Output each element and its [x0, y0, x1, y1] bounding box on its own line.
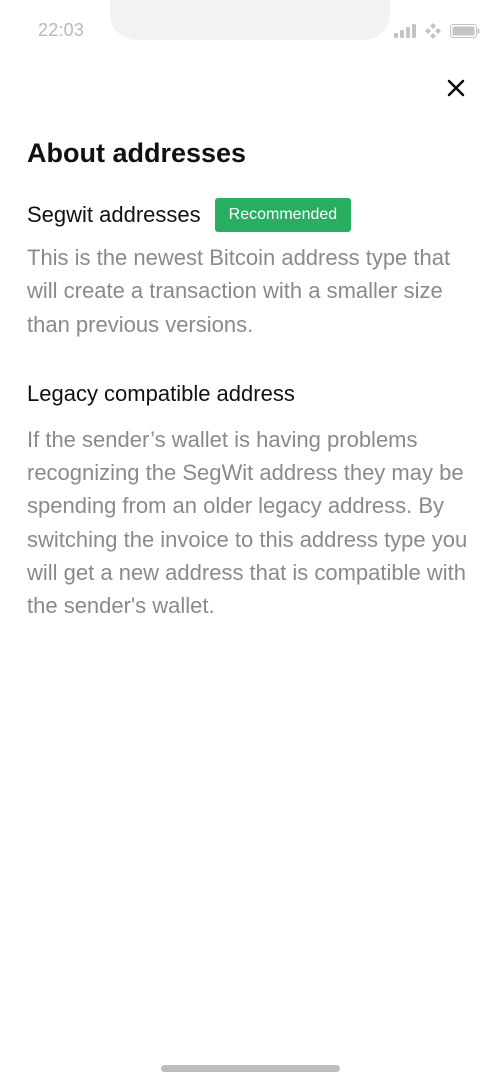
page-title: About addresses	[27, 138, 247, 168]
home-indicator[interactable]	[161, 1065, 340, 1072]
recommended-badge: Recommended	[214, 198, 352, 232]
about-addresses-content: About addresses Segwit addresses Recomme…	[27, 134, 477, 623]
wifi-icon	[424, 22, 442, 40]
device-notch	[110, 0, 390, 40]
segwit-header: Segwit addresses Recommended	[27, 197, 477, 233]
close-icon	[446, 78, 466, 103]
legacy-description: If the sender’s wallet is having problem…	[27, 426, 468, 619]
signal-icon	[394, 24, 416, 38]
status-icons	[394, 22, 480, 40]
status-bar: 22:03	[0, 0, 500, 60]
close-button[interactable]	[440, 74, 472, 106]
segwit-title: Segwit addresses	[27, 202, 201, 227]
legacy-title: Legacy compatible address	[27, 380, 295, 406]
battery-icon	[450, 24, 480, 38]
status-time: 22:03	[38, 20, 85, 40]
segwit-description: This is the newest Bitcoin address type …	[27, 245, 451, 337]
